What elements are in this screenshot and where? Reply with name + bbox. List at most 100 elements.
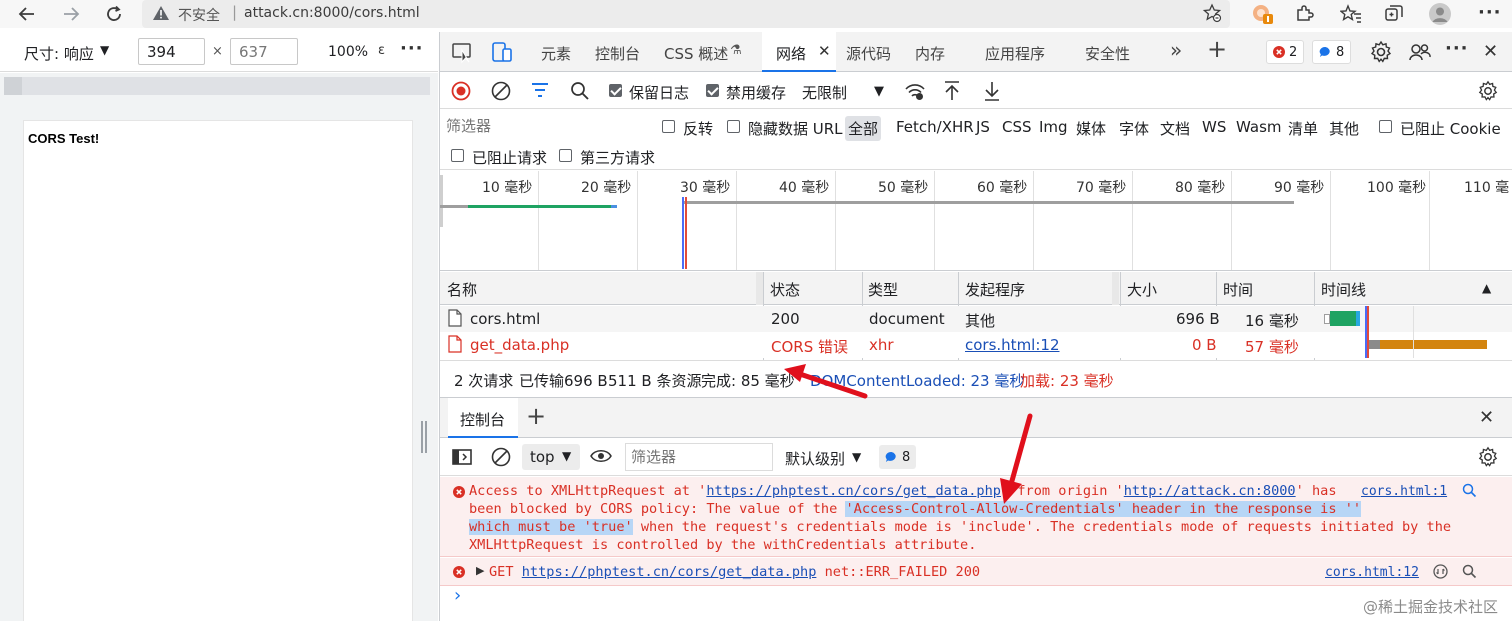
forward-icon[interactable] bbox=[58, 2, 84, 26]
devtools-menu-icon[interactable]: ··· bbox=[1445, 38, 1469, 59]
console-prompt[interactable]: › bbox=[454, 585, 461, 606]
record-icon[interactable] bbox=[451, 81, 471, 101]
preserve-log-checkbox[interactable] bbox=[609, 84, 622, 97]
collections-icon[interactable] bbox=[1384, 4, 1404, 24]
filter-type-doc[interactable]: 文档 bbox=[1160, 118, 1190, 139]
throttling-caret-icon[interactable]: ▼ bbox=[874, 84, 884, 99]
console-message-badge[interactable]: 8 bbox=[879, 445, 917, 469]
col-status[interactable]: 状态 bbox=[770, 279, 800, 300]
close-tab-icon[interactable]: ✕ bbox=[818, 42, 831, 60]
network-settings-gear-icon[interactable] bbox=[1477, 80, 1499, 102]
network-request-icon[interactable] bbox=[1433, 564, 1448, 579]
col-size[interactable]: 大小 bbox=[1127, 279, 1157, 300]
height-input[interactable] bbox=[230, 38, 298, 65]
warning-icon[interactable] bbox=[152, 5, 170, 21]
clear-icon[interactable] bbox=[491, 81, 511, 101]
search-issue-icon[interactable] bbox=[1462, 564, 1477, 579]
blocked-requests-checkbox[interactable] bbox=[451, 149, 464, 162]
blocked-cookies-checkbox[interactable] bbox=[1379, 120, 1392, 133]
url-bar[interactable]: 不安全 | attack.cn:8000/cors.html bbox=[142, 0, 1230, 28]
more-tabs-icon[interactable]: » bbox=[1170, 38, 1182, 62]
url-text[interactable]: attack.cn:8000/cors.html bbox=[244, 5, 420, 21]
network-conditions-icon[interactable] bbox=[904, 81, 926, 101]
filter-type-manifest[interactable]: 清单 bbox=[1288, 118, 1318, 139]
col-time[interactable]: 时间 bbox=[1223, 279, 1253, 300]
table-row[interactable]: get_data.php CORS 错误 xhr cors.html:12 0 … bbox=[440, 332, 1512, 358]
filter-type-font[interactable]: 字体 bbox=[1119, 118, 1149, 139]
filter-icon[interactable] bbox=[531, 83, 549, 97]
dimensions-selector[interactable]: 尺寸: 响应 bbox=[24, 43, 94, 64]
request-name[interactable]: cors.html bbox=[470, 310, 540, 328]
search-issue-icon[interactable] bbox=[1462, 483, 1477, 498]
media-query-bar[interactable] bbox=[4, 77, 430, 95]
error-url-link[interactable]: https://phptest.cn/cors/get_data.php bbox=[706, 483, 1001, 499]
tab-css-overview[interactable]: CSS 概述 bbox=[664, 43, 728, 64]
device-more-icon[interactable]: ··· bbox=[400, 38, 424, 59]
disable-cache-checkbox[interactable] bbox=[706, 84, 719, 97]
filter-type-other[interactable]: 其他 bbox=[1329, 118, 1359, 139]
zoom-selector[interactable]: 100% bbox=[328, 44, 368, 60]
favorite-star-icon[interactable] bbox=[1202, 3, 1222, 23]
tab-network[interactable]: 网络 ✕ bbox=[762, 32, 836, 72]
filter-type-media[interactable]: 媒体 bbox=[1076, 118, 1106, 139]
filter-type-ws[interactable]: WS bbox=[1202, 118, 1226, 136]
clear-console-icon[interactable] bbox=[491, 447, 511, 467]
col-type[interactable]: 类型 bbox=[868, 279, 898, 300]
invert-checkbox[interactable] bbox=[662, 120, 675, 133]
filter-type-fetch-xhr[interactable]: Fetch/XHR bbox=[896, 118, 974, 136]
add-drawer-tab-icon[interactable]: + bbox=[526, 402, 546, 430]
tab-security[interactable]: 安全性 bbox=[1085, 43, 1130, 64]
network-overview[interactable]: 10 毫秒 20 毫秒 30 毫秒 40 毫秒 50 毫秒 60 毫秒 70 毫… bbox=[440, 171, 1512, 271]
export-har-icon[interactable] bbox=[983, 80, 1001, 102]
inspect-element-icon[interactable] bbox=[450, 40, 474, 64]
close-devtools-icon[interactable]: ✕ bbox=[1483, 41, 1498, 62]
caret-down-icon[interactable]: ▼ bbox=[100, 43, 109, 57]
close-drawer-icon[interactable]: ✕ bbox=[1479, 407, 1494, 428]
sort-asc-icon[interactable]: ▲ bbox=[1482, 281, 1491, 295]
import-har-icon[interactable] bbox=[943, 80, 961, 102]
error-source-link[interactable]: cors.html:1 bbox=[1361, 484, 1447, 499]
col-name[interactable]: 名称 bbox=[447, 279, 477, 300]
browser-menu-icon[interactable]: ··· bbox=[1478, 2, 1502, 23]
error-count-badge[interactable]: 2 bbox=[1266, 40, 1305, 64]
request-name[interactable]: get_data.php bbox=[470, 336, 569, 354]
tab-sources[interactable]: 源代码 bbox=[846, 43, 891, 64]
resize-handle[interactable] bbox=[421, 421, 429, 453]
filter-type-img[interactable]: Img bbox=[1039, 118, 1068, 136]
request-initiator-link[interactable]: cors.html:12 bbox=[965, 336, 1059, 354]
log-level-caret-icon[interactable]: ▼ bbox=[852, 450, 861, 464]
filter-type-css[interactable]: CSS bbox=[1002, 118, 1032, 136]
profile-avatar[interactable] bbox=[1428, 2, 1452, 26]
refresh-icon[interactable] bbox=[101, 2, 127, 26]
customize-icon[interactable] bbox=[1408, 40, 1432, 64]
tab-application[interactable]: 应用程序 bbox=[985, 43, 1045, 64]
error-url-link[interactable]: https://phptest.cn/cors/get_data.php bbox=[522, 564, 817, 580]
log-level-selector[interactable]: 默认级别 bbox=[785, 448, 845, 469]
context-selector[interactable]: top ▼ bbox=[522, 444, 580, 470]
network-filter-input[interactable] bbox=[446, 114, 646, 138]
search-icon[interactable] bbox=[570, 81, 590, 101]
error-source-link[interactable]: cors.html:12 bbox=[1325, 565, 1419, 580]
device-toolbar-icon[interactable] bbox=[490, 40, 514, 64]
table-row[interactable]: cors.html 200 document 其他 696 B 16 毫秒 bbox=[440, 306, 1512, 332]
error-origin-link[interactable]: http://attack.cn:8000 bbox=[1124, 483, 1296, 499]
settings-gear-icon[interactable] bbox=[1369, 40, 1393, 64]
favorites-icon[interactable] bbox=[1340, 4, 1362, 24]
tab-memory[interactable]: 内存 bbox=[915, 43, 945, 64]
width-input[interactable] bbox=[138, 38, 205, 65]
hide-data-url-checkbox[interactable] bbox=[727, 120, 740, 133]
throttling-select[interactable]: 无限制 bbox=[802, 82, 847, 103]
live-expression-eye-icon[interactable] bbox=[590, 448, 612, 464]
back-icon[interactable] bbox=[14, 2, 40, 26]
drawer-tab-console[interactable]: 控制台 bbox=[448, 398, 518, 438]
console-filter-input[interactable] bbox=[625, 443, 773, 471]
filter-type-wasm[interactable]: Wasm bbox=[1236, 118, 1282, 136]
filter-type-all[interactable]: 全部 bbox=[845, 116, 882, 141]
extension-coupon-icon[interactable] bbox=[1252, 3, 1274, 25]
filter-type-js[interactable]: JS bbox=[976, 118, 990, 136]
col-waterfall[interactable]: 时间线 bbox=[1321, 279, 1366, 300]
console-settings-gear-icon[interactable] bbox=[1477, 446, 1499, 468]
console-sidebar-icon[interactable] bbox=[452, 448, 472, 466]
extensions-puzzle-icon[interactable] bbox=[1294, 4, 1314, 24]
zoom-caret[interactable]: ɛ bbox=[378, 43, 385, 58]
